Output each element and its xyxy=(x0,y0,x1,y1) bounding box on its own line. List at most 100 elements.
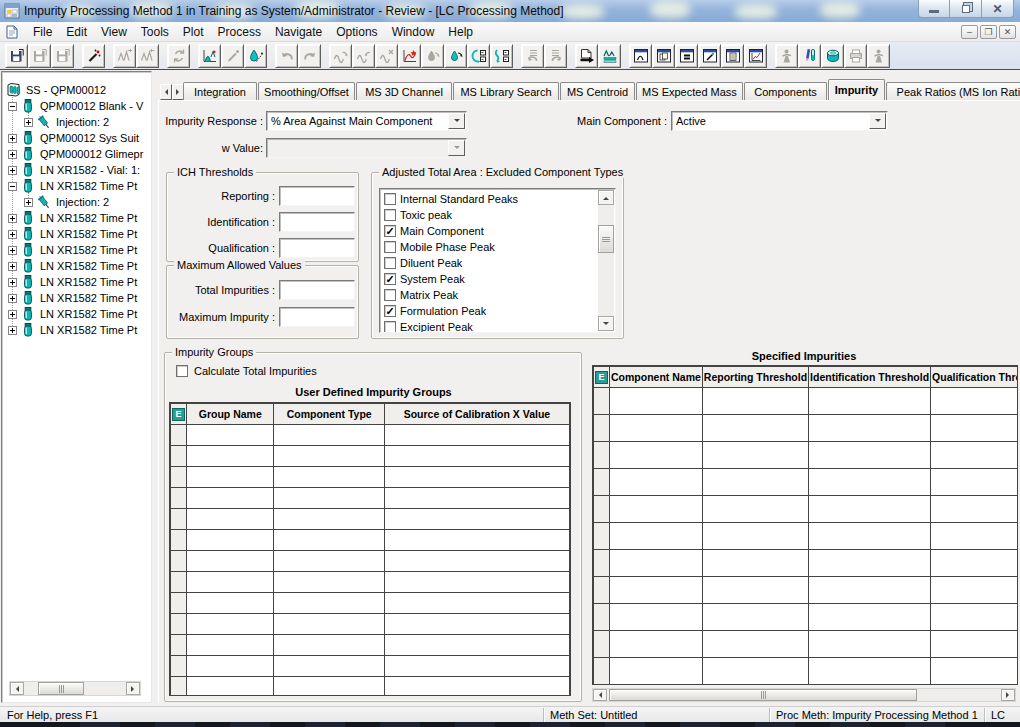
checkbox-unchecked[interactable] xyxy=(384,241,396,253)
specified-impurities-column-header[interactable]: Qualification Threshold xyxy=(931,367,1018,388)
impurity-groups-cell[interactable] xyxy=(384,425,569,446)
specified-impurities-cell[interactable] xyxy=(931,523,1018,550)
specified-impurities-cell[interactable] xyxy=(702,496,808,523)
scroll-down-arrow[interactable] xyxy=(598,316,614,331)
specified-impurities-row-header[interactable] xyxy=(594,550,610,577)
list-vertical-scrollbar[interactable] xyxy=(598,190,614,331)
impurity-groups-row-header[interactable] xyxy=(171,425,187,446)
impurity-groups-cell[interactable] xyxy=(384,635,569,656)
specified-horizontal-scrollbar[interactable] xyxy=(592,688,1016,702)
print-button[interactable] xyxy=(844,44,867,68)
impurity-groups-cell[interactable] xyxy=(187,446,274,467)
specified-impurities-row-header[interactable] xyxy=(594,442,610,469)
manual-integration-button[interactable] xyxy=(221,44,244,68)
mdi-close-button[interactable]: ✕ xyxy=(999,25,1016,39)
impurity-response-select[interactable]: % Area Against Main Component xyxy=(266,111,467,131)
impurity-groups-row-header[interactable] xyxy=(171,572,187,593)
redo-button[interactable] xyxy=(298,44,321,68)
impurity-groups-column-header[interactable]: Component Type xyxy=(274,404,384,425)
specified-impurities-cell[interactable] xyxy=(702,415,808,442)
main-component-select[interactable]: Active xyxy=(671,111,888,131)
specified-impurities-cell[interactable] xyxy=(610,604,703,631)
save-button[interactable] xyxy=(5,44,28,68)
tree-item-label[interactable]: QPM000012 Glimepr xyxy=(40,148,143,160)
excluded-component-types-list[interactable]: Internal Standard Peaks Toxic peak ✓ Mai… xyxy=(379,188,616,333)
view-results-button[interactable] xyxy=(675,44,698,68)
redo-method-button[interactable] xyxy=(544,44,567,68)
tab-impurity[interactable]: Impurity xyxy=(828,79,885,100)
tree-item-label[interactable]: LN XR1582 Time Pt xyxy=(40,308,137,320)
tree-expand-minus[interactable] xyxy=(8,102,17,111)
specified-impurities-cell[interactable] xyxy=(702,604,808,631)
tree-item[interactable]: LN XR1582 Time Pt xyxy=(8,226,137,242)
specified-impurities-cell[interactable] xyxy=(610,523,703,550)
impurity-groups-row-header[interactable] xyxy=(171,677,187,697)
specified-impurities-cell[interactable] xyxy=(931,577,1018,604)
impurity-groups-cell[interactable] xyxy=(187,614,274,635)
tree-item[interactable]: LN XR1582 - Vial: 1: xyxy=(8,162,140,178)
list-scroll-thumb[interactable] xyxy=(598,225,614,253)
specified-impurities-cell[interactable] xyxy=(931,631,1018,658)
tree-expand-plus[interactable] xyxy=(8,230,17,239)
impurity-groups-cell[interactable] xyxy=(274,509,384,530)
document-icon[interactable] xyxy=(4,24,20,40)
scroll-up-arrow[interactable] xyxy=(598,190,614,205)
specified-impurities-cell[interactable] xyxy=(702,442,808,469)
specified-impurities-cell[interactable] xyxy=(931,415,1018,442)
specified-impurities-cell[interactable] xyxy=(610,388,703,415)
tree-expand-plus[interactable] xyxy=(8,166,17,175)
tree-item-label[interactable]: LN XR1582 Time Pt xyxy=(40,292,137,304)
clear-integration-button[interactable] xyxy=(375,44,398,68)
specified-impurities-cell[interactable] xyxy=(702,523,808,550)
specified-impurities-row-header[interactable] xyxy=(594,577,610,604)
scroll-right-arrow[interactable] xyxy=(1001,689,1015,701)
restore-button[interactable] xyxy=(950,0,982,18)
menu-help[interactable]: Help xyxy=(441,22,480,42)
impurity-groups-cell[interactable] xyxy=(384,551,569,572)
mdi-minimize-button[interactable]: – xyxy=(961,25,978,39)
specified-impurities-row-header[interactable] xyxy=(594,523,610,550)
menu-view[interactable]: View xyxy=(94,22,134,42)
checkbox-unchecked[interactable] xyxy=(384,257,396,269)
mav-field-input[interactable] xyxy=(279,307,355,327)
impurity-groups-cell[interactable] xyxy=(187,467,274,488)
specified-impurities-cell[interactable] xyxy=(702,469,808,496)
specified-impurities-cell[interactable] xyxy=(809,496,931,523)
tree-item-label[interactable]: LN XR1582 Time Pt xyxy=(40,212,137,224)
impurity-groups-cell[interactable] xyxy=(384,509,569,530)
impurity-groups-cell[interactable] xyxy=(384,530,569,551)
original-trace-button[interactable] xyxy=(398,44,421,68)
tab-components[interactable]: Components xyxy=(744,82,827,100)
tree-item-label[interactable]: SS - QPM00012 xyxy=(26,84,106,96)
tree-item[interactable]: LN XR1582 Time Pt xyxy=(8,210,137,226)
tree-expand-plus[interactable] xyxy=(24,198,33,207)
view-copy-button[interactable] xyxy=(652,44,675,68)
specified-impurities-cell[interactable] xyxy=(809,577,931,604)
tree-item-label[interactable]: QPM00012 Sys Suit xyxy=(40,132,139,144)
undo-button[interactable] xyxy=(275,44,298,68)
tree-item-label[interactable]: LN XR1582 Time Pt xyxy=(40,228,137,240)
impurity-groups-cell[interactable] xyxy=(187,677,274,697)
impurity-groups-cell[interactable] xyxy=(187,488,274,509)
menu-process[interactable]: Process xyxy=(211,22,268,42)
specified-impurities-row-header[interactable] xyxy=(594,604,610,631)
checkbox-checked[interactable]: ✓ xyxy=(384,305,396,317)
excluded-type-option[interactable]: ✓ Main Component xyxy=(384,223,484,239)
menu-edit[interactable]: Edit xyxy=(59,22,94,42)
specified-impurities-cell[interactable] xyxy=(610,631,703,658)
menu-tools[interactable]: Tools xyxy=(134,22,176,42)
tab-ms-centroid[interactable]: MS Centroid xyxy=(560,82,635,100)
excluded-type-option[interactable]: Matrix Peak xyxy=(384,287,458,303)
view-spectrum-button[interactable] xyxy=(744,44,767,68)
specified-impurities-row-header[interactable] xyxy=(594,496,610,523)
close-button[interactable]: ✕ xyxy=(982,0,1014,18)
impurity-groups-row-header[interactable] xyxy=(171,446,187,467)
impurity-groups-cell[interactable] xyxy=(274,551,384,572)
menu-navigate[interactable]: Navigate xyxy=(268,22,329,42)
specified-impurities-corner-cell[interactable]: E xyxy=(594,367,610,388)
impurity-groups-cell[interactable] xyxy=(384,488,569,509)
tree-expand-plus[interactable] xyxy=(8,214,17,223)
tree-item-label[interactable]: Injection: 2 xyxy=(56,116,109,128)
impurity-groups-row-header[interactable] xyxy=(171,530,187,551)
specified-impurities-row-header[interactable] xyxy=(594,415,610,442)
